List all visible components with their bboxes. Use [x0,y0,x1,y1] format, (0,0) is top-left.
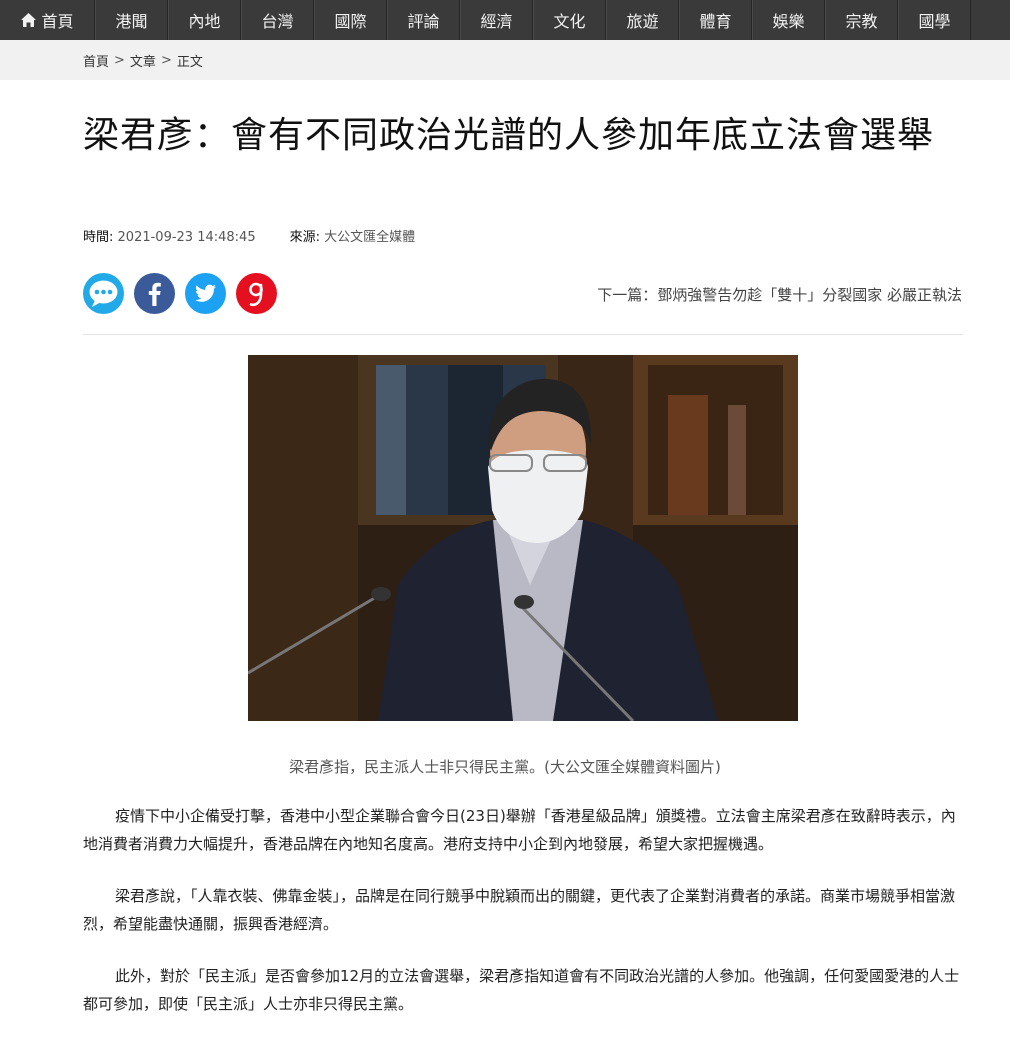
nav-item-culture[interactable]: 文化 [533,0,606,40]
breadcrumb: 首頁 > 文章 > 正文 [0,40,1010,80]
facebook-icon [148,282,161,306]
nav-item-label: 首頁 [41,12,74,31]
article-paragraph: 疫情下中小企備受打擊，香港中小型企業聯合會今日(23日)舉辦「香港星級品牌」頒獎… [83,807,956,853]
breadcrumb-current[interactable]: 正文 [177,51,203,70]
article-meta: 時間: 2021-09-23 14:48:45 來源: 大公文匯全媒體 [83,226,415,245]
source-label: 來源: [289,230,320,245]
nav-item-travel[interactable]: 旅遊 [606,0,679,40]
nav-item-label: 娛樂 [772,12,805,31]
nav-item-label: 經濟 [480,12,513,31]
nav-item-label: 體育 [699,12,732,31]
nav-item-label: 評論 [407,12,440,31]
photo-caption: 梁君彥指，民主派人士非只得民主黨。(大公文匯全媒體資料圖片) [289,758,721,776]
breadcrumb-home-link[interactable]: 首頁 [83,51,109,70]
nav-item-entertainment[interactable]: 娛樂 [752,0,825,40]
time-label: 時間: [83,230,114,245]
nav-item-hk-news[interactable]: 港聞 [95,0,168,40]
breadcrumb-separator: > [160,52,172,68]
share-google-plus-button[interactable] [236,273,277,314]
breadcrumb-articles-link[interactable]: 文章 [130,51,156,70]
nav-item-label: 宗教 [845,12,878,31]
nav-item-home[interactable]: 首頁 [0,0,95,40]
nav-item-religion[interactable]: 宗教 [825,0,898,40]
nav-item-mainland[interactable]: 內地 [168,0,241,40]
nav-item-label: 內地 [188,12,221,31]
photo-illustration [248,355,798,721]
chat-bubble-icon [89,280,118,307]
nav-item-label: 台灣 [261,12,294,31]
article-source: 來源: 大公文匯全媒體 [290,226,416,245]
article-title: 梁君彥：會有不同政治光譜的人參加年底立法會選舉 [83,115,935,156]
nav-item-taiwan[interactable]: 台灣 [241,0,314,40]
nav-item-label: 旅遊 [626,12,659,31]
publish-time: 時間: 2021-09-23 14:48:45 [83,226,256,245]
share-chat-button[interactable] [83,273,124,314]
nav-item-international[interactable]: 國際 [314,0,387,40]
article-paragraph: 梁君彥說，「人靠衣裝、佛靠金裝」，品牌是在同行競爭中脫穎而出的關鍵，更代表了企業… [83,887,956,933]
share-facebook-button[interactable] [134,273,175,314]
nav-item-label: 國際 [334,12,367,31]
nav-item-label: 國學 [918,12,951,31]
breadcrumb-separator: > [114,52,125,68]
nav-item-label: 文化 [553,12,586,31]
google-plus-icon [249,282,263,307]
nav-filler [971,0,1010,40]
twitter-icon [195,284,216,302]
home-icon [21,13,37,27]
next-article-link[interactable]: 下一篇：鄧炳強警告勿趁「雙十」分裂國家 必嚴正執法 [597,284,962,305]
nav-item-commentary[interactable]: 評論 [387,0,460,40]
share-twitter-button[interactable] [185,273,226,314]
top-navigation: 首頁 港聞 內地 台灣 國際 評論 經濟 文化 旅遊 體育 娛樂 宗教 國學 [0,0,1010,40]
divider [83,334,963,335]
article-paragraph: 此外，對於「民主派」是否會參加12月的立法會選舉，梁君彥指知道會有不同政治光譜的… [83,967,960,1013]
nav-item-sports[interactable]: 體育 [679,0,752,40]
nav-item-chinese-studies[interactable]: 國學 [898,0,971,40]
article-photo [248,355,798,721]
share-bar [83,273,287,314]
nav-item-economy[interactable]: 經濟 [460,0,533,40]
nav-item-label: 港聞 [115,12,148,31]
source-value: 大公文匯全媒體 [324,230,416,245]
time-value: 2021-09-23 14:48:45 [117,230,256,245]
